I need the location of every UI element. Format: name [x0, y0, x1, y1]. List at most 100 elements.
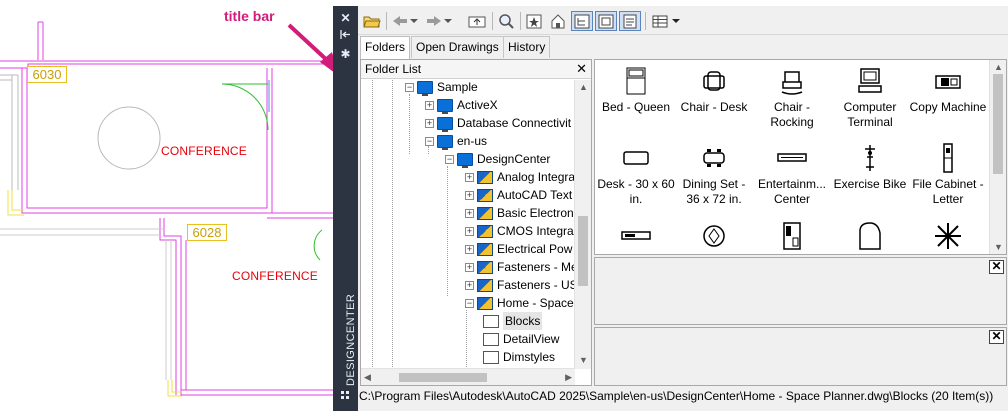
block-item[interactable]: Bed - Queen [597, 65, 675, 141]
block-item[interactable]: Copy Machine [909, 65, 987, 141]
folder-list-header: Folder List ✕ [361, 60, 591, 79]
tree-node-label: Analog Integra [497, 170, 575, 184]
content-items-pane[interactable]: Bed - Queen Chair - Desk Chair - Rocking Co… [594, 59, 1007, 255]
block-item[interactable]: Entertainm... Center [753, 142, 831, 218]
tree-node[interactable]: − Home - Space [465, 294, 574, 312]
tree-view-toggle-icon[interactable] [571, 11, 593, 31]
views-icon[interactable] [649, 11, 671, 31]
drawing-file-icon [477, 206, 493, 220]
tree-node[interactable]: + Basic Electron [465, 204, 574, 222]
tree-node-label: Home - Space [497, 296, 574, 310]
preview-toggle-icon[interactable] [595, 11, 617, 31]
search-icon[interactable] [495, 11, 517, 31]
folder-list-vertical-scrollbar[interactable]: ▲ ▼ [574, 80, 591, 369]
tree-node[interactable]: Dimstyles [483, 348, 555, 366]
collapse-icon[interactable]: − [425, 136, 434, 146]
scroll-thumb[interactable] [993, 74, 1003, 174]
tree-node[interactable]: − Sample [405, 80, 478, 96]
block-item[interactable]: Computer Terminal [831, 65, 909, 141]
tree-node[interactable]: + Database Connectivit [425, 114, 571, 132]
palette-grip-icon[interactable] [337, 390, 354, 407]
folder-list-panel: Folder List ✕ − Sample + ActiveX + Database C… [360, 59, 592, 386]
tree-node-label: Dimstyles [503, 350, 556, 364]
forward-dropdown-icon[interactable] [442, 11, 454, 31]
tree-node[interactable]: + Electrical Pow [465, 240, 572, 258]
up-folder-icon[interactable] [466, 11, 488, 31]
block-item[interactable]: Piano - Baby [831, 220, 909, 254]
auto-hide-icon[interactable] [337, 28, 354, 45]
block-item-label: Chair - Desk [680, 100, 748, 114]
collapse-icon[interactable]: − [405, 82, 414, 92]
expand-icon[interactable]: + [425, 100, 434, 110]
tree-node-label: en-us [457, 134, 488, 148]
dimstyles-icon [483, 350, 499, 364]
block-item[interactable]: Lamp - Table [675, 220, 753, 254]
expand-icon[interactable]: + [425, 118, 434, 128]
expand-icon[interactable]: + [465, 262, 474, 272]
tree-node-label: CMOS Integra [497, 224, 574, 238]
close-icon[interactable]: ✕ [337, 10, 354, 27]
block-item[interactable]: Exercise Bike [831, 142, 909, 218]
expand-icon[interactable]: + [465, 226, 474, 236]
block-item-label: Exercise Bike [833, 177, 907, 191]
tree-node[interactable]: + Fasteners - US [465, 276, 575, 294]
tree-node-label: DetailView [503, 332, 560, 346]
tree-node[interactable]: + Fasteners - Me [465, 258, 575, 276]
expand-icon[interactable]: + [465, 190, 474, 200]
folder-list-horizontal-scrollbar[interactable]: ◀ ▶ [361, 368, 575, 385]
home-icon[interactable] [547, 11, 569, 31]
scroll-thumb[interactable] [578, 216, 588, 286]
block-item[interactable]: Hutch - 10 x [597, 220, 675, 254]
collapse-icon[interactable]: − [465, 298, 474, 308]
palette-toolbar [358, 6, 1008, 35]
tree-node[interactable]: + Analog Integra [465, 168, 575, 186]
block-item[interactable]: Phone - Desk [753, 220, 831, 254]
block-item[interactable]: Chair - Rocking [753, 65, 831, 141]
tree-node-label: Electrical Pow [497, 242, 573, 256]
cad-drawing-area[interactable]: 6030 CONFERENCE 6028 CONFERENCE title ba… [0, 0, 340, 411]
tree-node-label: AutoCAD Text [497, 188, 573, 202]
block-item[interactable]: File Cabinet - Letter [909, 142, 987, 218]
palette-title-bar[interactable]: ✕ ✱ DESIGNCENTER [333, 6, 358, 411]
views-dropdown-icon[interactable] [670, 11, 682, 31]
tree-node[interactable]: + ActiveX [425, 96, 498, 114]
block-item-label: Chair - Rocking [770, 100, 814, 129]
favorites-icon[interactable] [523, 11, 545, 31]
folder-tree[interactable]: − Sample + ActiveX + Database Connectivit − en-… [361, 80, 575, 369]
tree-node[interactable]: − DesignCenter [445, 150, 550, 168]
drawing-file-icon [477, 278, 493, 292]
block-item[interactable]: Dining Set - 36 x 72 in. [675, 142, 753, 218]
close-icon[interactable]: ✕ [576, 61, 587, 77]
scroll-thumb[interactable] [399, 373, 487, 382]
tree-node[interactable]: Blocks [483, 312, 543, 330]
tree-node[interactable]: + CMOS Integra [465, 222, 574, 240]
monitor-folder-icon [437, 134, 453, 150]
tree-node[interactable]: DetailView [483, 330, 559, 348]
expand-icon[interactable]: + [465, 208, 474, 218]
close-icon[interactable]: ✕ [989, 330, 1004, 344]
tab-folders[interactable]: Folders [360, 36, 411, 59]
items-vertical-scrollbar[interactable]: ▲ ▼ [989, 60, 1006, 254]
description-toggle-icon[interactable] [619, 11, 641, 31]
palette-tabs: Folders Open Drawings History [358, 36, 1008, 59]
back-dropdown-icon[interactable] [408, 11, 420, 31]
tab-history[interactable]: History [503, 36, 551, 58]
expand-icon[interactable]: + [465, 172, 474, 182]
drawing-file-icon [477, 170, 493, 184]
room-number-tag: 6028 [187, 224, 227, 241]
room-label: CONFERENCE [161, 144, 248, 158]
close-icon[interactable]: ✕ [989, 260, 1004, 274]
collapse-icon[interactable]: − [445, 154, 454, 164]
expand-icon[interactable]: + [465, 280, 474, 290]
drawing-file-icon [477, 242, 493, 256]
properties-gear-icon[interactable]: ✱ [337, 46, 354, 63]
load-folder-icon[interactable] [361, 11, 383, 31]
copy-machine-icon [909, 65, 987, 97]
tree-node[interactable]: + AutoCAD Text [465, 186, 572, 204]
expand-icon[interactable]: + [465, 244, 474, 254]
tab-open-drawings[interactable]: Open Drawings [411, 36, 504, 58]
block-item[interactable]: Chair - Desk [675, 65, 753, 141]
block-item[interactable]: Desk - 30 x 60 in. [597, 142, 675, 218]
tree-node[interactable]: − en-us [425, 132, 487, 150]
block-item[interactable]: Plant [909, 220, 987, 254]
